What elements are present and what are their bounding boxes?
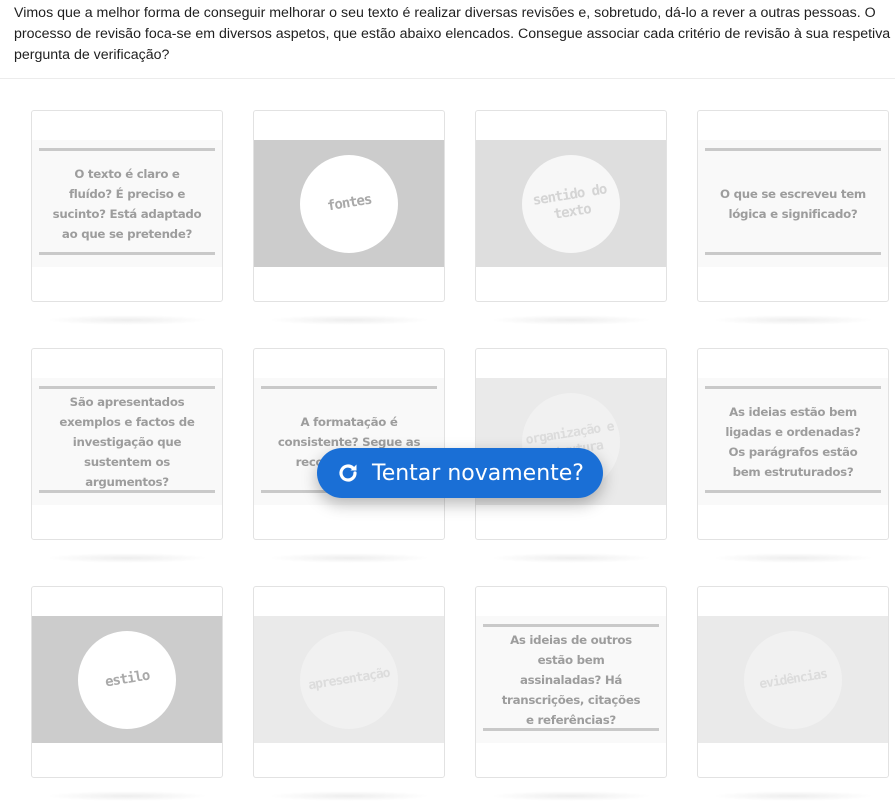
match-card-question[interactable]: O texto é claro e fluído? É preciso e su…	[31, 110, 223, 325]
match-card-question[interactable]: As ideias estão bem ligadas e ordenadas?…	[697, 348, 889, 563]
question-text: As ideias de outros estão bem assinalada…	[501, 632, 641, 727]
criterion-panel: evidências	[698, 616, 888, 743]
criterion-label: fontes	[325, 191, 373, 215]
match-card-criterion[interactable]: apresentação	[253, 586, 445, 801]
match-card-criterion[interactable]: fontes	[253, 110, 445, 325]
criterion-panel: fontes	[254, 140, 444, 267]
question-text: O que se escreveu tem lógica e significa…	[720, 186, 866, 221]
question-panel: As ideias estão bem ligadas e ordenadas?…	[698, 378, 888, 505]
question-text: O texto é claro e fluído? É preciso e su…	[52, 166, 202, 241]
matching-grid: O texto é claro e fluído? É preciso e su…	[31, 110, 889, 801]
question-panel: As ideias de outros estão bem assinalada…	[476, 616, 666, 743]
criterion-label: apresentação	[307, 665, 391, 694]
match-card-criterion[interactable]: sentido do texto	[475, 110, 667, 325]
match-card-criterion[interactable]: evidências	[697, 586, 889, 801]
question-panel: São apresentados exemplos e factos de in…	[32, 378, 222, 505]
match-card-question[interactable]: O que se escreveu tem lógica e significa…	[697, 110, 889, 325]
question-panel: O que se escreveu tem lógica e significa…	[698, 140, 888, 267]
match-card-criterion[interactable]: estilo	[31, 586, 223, 801]
criterion-panel: estilo	[32, 616, 222, 743]
criterion-label: estilo	[103, 667, 151, 691]
instructions-text: Vimos que a melhor forma de conseguir me…	[14, 5, 891, 63]
question-text: São apresentados exemplos e factos de in…	[59, 394, 195, 489]
criterion-panel: sentido do texto	[476, 140, 666, 267]
criterion-circle: sentido do texto	[522, 154, 620, 253]
match-card-criterion[interactable]: organização e estrutura	[475, 348, 667, 563]
match-card-question[interactable]: As ideias de outros estão bem assinalada…	[475, 586, 667, 801]
question-text: As ideias estão bem ligadas e ordenadas?…	[725, 404, 861, 479]
retry-label: Tentar novamente?	[372, 460, 584, 486]
divider	[0, 78, 895, 79]
criterion-label: sentido do texto	[531, 180, 608, 223]
match-card-question[interactable]: São apresentados exemplos e factos de in…	[31, 348, 223, 563]
criterion-circle: fontes	[300, 154, 398, 253]
criterion-label: evidências	[758, 666, 828, 693]
criterion-circle: estilo	[78, 630, 176, 729]
match-card-question[interactable]: A formatação é consistente? Segue as rec…	[253, 348, 445, 563]
redo-icon	[336, 461, 360, 485]
criterion-panel: apresentação	[254, 616, 444, 743]
criterion-circle: evidências	[744, 630, 842, 729]
question-panel: O texto é claro e fluído? É preciso e su…	[32, 140, 222, 267]
criterion-circle: apresentação	[300, 630, 398, 729]
retry-button[interactable]: Tentar novamente?	[317, 448, 603, 498]
